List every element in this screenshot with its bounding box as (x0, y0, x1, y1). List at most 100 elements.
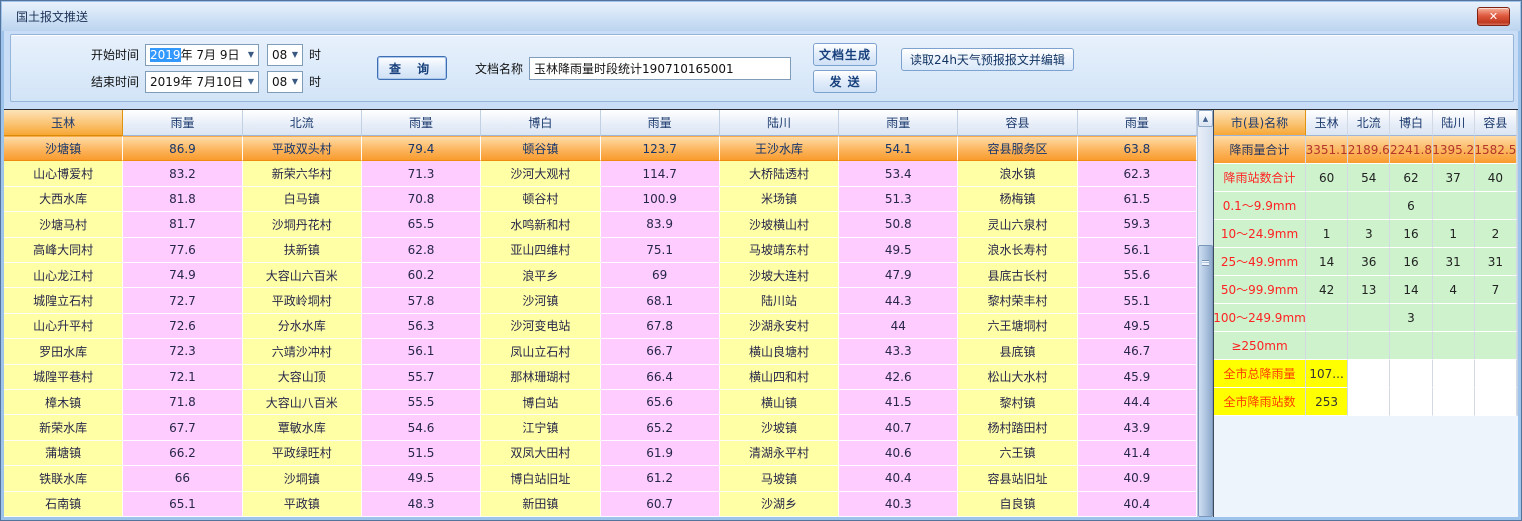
summary-value-cell[interactable] (1390, 332, 1432, 360)
rainfall-value-cell[interactable]: 56.1 (1078, 238, 1197, 263)
station-name-cell[interactable]: 米场镇 (720, 187, 839, 212)
summary-value-cell[interactable]: 1395.2 (1433, 136, 1475, 164)
station-name-cell[interactable]: 亚山四维村 (481, 238, 600, 263)
station-name-cell[interactable]: 沙湖乡 (720, 492, 839, 517)
summary-row-label[interactable]: 全市总降雨量 (1214, 360, 1306, 388)
rainfall-value-cell[interactable]: 40.7 (839, 415, 958, 440)
title-bar[interactable]: 国土报文推送 ✕ (2, 2, 1520, 31)
station-name-cell[interactable]: 双凤大田村 (481, 441, 600, 466)
station-name-cell[interactable]: 沙坡镇 (720, 415, 839, 440)
station-name-cell[interactable]: 铁联水库 (4, 466, 123, 491)
rainfall-value-cell[interactable]: 59.3 (1078, 212, 1197, 237)
rainfall-value-cell[interactable]: 67.7 (123, 415, 242, 440)
station-name-cell[interactable]: 自良镇 (958, 492, 1077, 517)
station-name-cell[interactable]: 陆川站 (720, 288, 839, 313)
rainfall-value-cell[interactable]: 51.5 (362, 441, 481, 466)
rainfall-value-cell[interactable]: 70.8 (362, 187, 481, 212)
rainfall-value-cell[interactable]: 65.5 (362, 212, 481, 237)
summary-value-cell[interactable]: 7 (1475, 276, 1517, 304)
summary-value-cell[interactable] (1348, 388, 1390, 416)
station-name-cell[interactable]: 横山镇 (720, 390, 839, 415)
rainfall-value-cell[interactable]: 49.5 (839, 238, 958, 263)
rainfall-value-cell[interactable]: 74.9 (123, 263, 242, 288)
station-name-cell[interactable]: 高峰大同村 (4, 238, 123, 263)
end-hour-combobox[interactable]: 08 ▼ (267, 71, 303, 93)
rainfall-value-cell[interactable]: 43.9 (1078, 415, 1197, 440)
station-name-cell[interactable]: 顿谷村 (481, 187, 600, 212)
summary-value-cell[interactable] (1348, 304, 1390, 332)
rainfall-value-cell[interactable]: 40.4 (839, 466, 958, 491)
doc-name-input[interactable] (529, 57, 791, 80)
station-name-cell[interactable]: 六靖沙冲村 (243, 339, 362, 364)
summary-value-cell[interactable] (1348, 332, 1390, 360)
station-name-cell[interactable]: 山心升平村 (4, 314, 123, 339)
summary-value-cell[interactable]: 37 (1433, 164, 1475, 192)
rainfall-value-cell[interactable]: 55.1 (1078, 288, 1197, 313)
main-column-header[interactable]: 雨量 (839, 110, 958, 136)
rainfall-value-cell[interactable]: 45.9 (1078, 365, 1197, 390)
rainfall-value-cell[interactable]: 55.6 (1078, 263, 1197, 288)
rainfall-value-cell[interactable]: 41.4 (1078, 441, 1197, 466)
main-column-header[interactable]: 雨量 (1078, 110, 1197, 136)
summary-value-cell[interactable] (1433, 304, 1475, 332)
summary-value-cell[interactable] (1475, 360, 1517, 388)
rainfall-value-cell[interactable]: 100.9 (601, 187, 720, 212)
station-name-cell[interactable]: 六王塘垌村 (958, 314, 1077, 339)
rainfall-value-cell[interactable]: 123.7 (601, 136, 720, 161)
station-name-cell[interactable]: 沙塘镇 (4, 136, 123, 161)
station-name-cell[interactable]: 沙河变电站 (481, 314, 600, 339)
station-name-cell[interactable]: 大容山八百米 (243, 390, 362, 415)
rainfall-value-cell[interactable]: 72.3 (123, 339, 242, 364)
rainfall-value-cell[interactable]: 86.9 (123, 136, 242, 161)
rainfall-value-cell[interactable]: 56.1 (362, 339, 481, 364)
generate-document-button[interactable]: 文档生成 (813, 43, 877, 66)
rainfall-value-cell[interactable]: 72.1 (123, 365, 242, 390)
rainfall-value-cell[interactable]: 61.9 (601, 441, 720, 466)
station-name-cell[interactable]: 大容山顶 (243, 365, 362, 390)
summary-value-cell[interactable]: 60 (1306, 164, 1348, 192)
station-name-cell[interactable]: 沙坡横山村 (720, 212, 839, 237)
station-name-cell[interactable]: 石南镇 (4, 492, 123, 517)
rainfall-value-cell[interactable]: 56.3 (362, 314, 481, 339)
station-name-cell[interactable]: 沙坡大连村 (720, 263, 839, 288)
summary-value-cell[interactable] (1433, 360, 1475, 388)
summary-value-cell[interactable]: 13 (1348, 276, 1390, 304)
rainfall-value-cell[interactable]: 68.1 (601, 288, 720, 313)
rainfall-value-cell[interactable]: 83.2 (123, 161, 242, 186)
main-column-header[interactable]: 容县 (958, 110, 1077, 136)
summary-row-label[interactable]: 降雨站数合计 (1214, 164, 1306, 192)
station-name-cell[interactable]: 城隍立石村 (4, 288, 123, 313)
summary-value-cell[interactable] (1390, 360, 1432, 388)
rainfall-value-cell[interactable]: 40.4 (1078, 492, 1197, 517)
rainfall-value-cell[interactable]: 49.5 (362, 466, 481, 491)
rainfall-value-cell[interactable]: 53.4 (839, 161, 958, 186)
summary-column-header[interactable]: 北流 (1348, 110, 1390, 136)
summary-value-cell[interactable] (1348, 360, 1390, 388)
summary-column-header[interactable]: 容县 (1475, 110, 1517, 136)
chevron-down-icon[interactable]: ▼ (244, 77, 258, 86)
chevron-down-icon[interactable]: ▼ (244, 50, 258, 59)
summary-value-cell[interactable]: 31 (1475, 248, 1517, 276)
summary-value-cell[interactable]: 3351.1 (1306, 136, 1348, 164)
summary-value-cell[interactable] (1390, 388, 1432, 416)
rainfall-value-cell[interactable]: 40.3 (839, 492, 958, 517)
start-date-combobox[interactable]: 2019年 7月 9日 ▼ (145, 44, 259, 66)
summary-value-cell[interactable]: 1 (1433, 220, 1475, 248)
station-name-cell[interactable]: 新荣六华村 (243, 161, 362, 186)
summary-row-label[interactable]: 100～249.9mm (1214, 304, 1306, 332)
station-name-cell[interactable]: 县底镇 (958, 339, 1077, 364)
station-name-cell[interactable]: 那林珊瑚村 (481, 365, 600, 390)
summary-value-cell[interactable]: 14 (1390, 276, 1432, 304)
rainfall-value-cell[interactable]: 65.1 (123, 492, 242, 517)
chevron-down-icon[interactable]: ▼ (288, 50, 302, 59)
station-name-cell[interactable]: 县底古长村 (958, 263, 1077, 288)
rainfall-value-cell[interactable]: 66.7 (601, 339, 720, 364)
send-button[interactable]: 发 送 (813, 70, 877, 93)
summary-row-label[interactable]: 降雨量合计 (1214, 136, 1306, 164)
station-name-cell[interactable]: 沙塘马村 (4, 212, 123, 237)
station-name-cell[interactable]: 平政绿旺村 (243, 441, 362, 466)
station-name-cell[interactable]: 新田镇 (481, 492, 600, 517)
station-name-cell[interactable]: 杨梅镇 (958, 187, 1077, 212)
rainfall-value-cell[interactable]: 65.6 (601, 390, 720, 415)
station-name-cell[interactable]: 山心博爱村 (4, 161, 123, 186)
